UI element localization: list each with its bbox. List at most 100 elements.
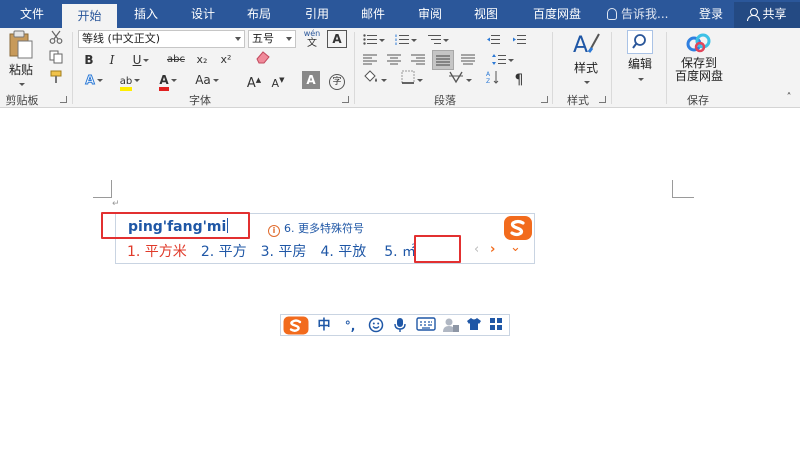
chevron-down-icon	[466, 79, 472, 82]
text-effects-button[interactable]: A	[80, 70, 108, 90]
tab-references[interactable]: 引用	[297, 0, 337, 28]
magnifier-icon	[627, 30, 653, 54]
grow-font-button[interactable]: A▲	[244, 70, 264, 91]
font-color-button[interactable]: A	[152, 70, 184, 91]
ime-voice-button[interactable]	[391, 317, 409, 335]
ime-toolbox-button[interactable]	[487, 317, 505, 335]
change-case-button[interactable]: Aa	[190, 70, 224, 90]
ime-account-button[interactable]	[441, 317, 461, 335]
superscript-button[interactable]: x²	[216, 50, 236, 70]
cut-button[interactable]	[46, 30, 66, 50]
ime-language-toggle[interactable]: 中	[315, 317, 333, 335]
tell-me-search[interactable]: 告诉我...	[607, 0, 668, 28]
styles-launcher-icon[interactable]	[599, 96, 606, 103]
font-launcher-icon[interactable]	[342, 96, 349, 103]
align-center-button[interactable]	[384, 50, 404, 70]
align-left-button[interactable]	[360, 50, 380, 70]
group-divider	[72, 32, 73, 104]
ime-skin-button[interactable]	[465, 317, 483, 335]
highlight-color-button[interactable]: ab	[114, 70, 146, 91]
font-size-value: 五号	[252, 32, 274, 45]
justify-button[interactable]	[432, 50, 454, 70]
show-marks-button[interactable]: ¶	[508, 70, 530, 90]
smiley-icon	[368, 317, 384, 333]
increase-indent-button[interactable]	[508, 30, 530, 50]
character-border-button[interactable]: A	[327, 30, 347, 48]
shading-button[interactable]	[360, 70, 390, 90]
styles-button[interactable]: A 样式	[562, 30, 610, 88]
lightbulb-icon	[607, 8, 617, 20]
ime-expand-chevron-icon[interactable]: ⌄	[510, 240, 521, 255]
tab-review[interactable]: 审阅	[410, 0, 450, 28]
underline-button[interactable]: U	[126, 50, 156, 70]
align-right-button[interactable]	[408, 50, 428, 70]
line-spacing-button[interactable]	[488, 50, 518, 70]
clipboard-launcher-icon[interactable]	[60, 96, 67, 103]
tab-view[interactable]: 视图	[466, 0, 506, 28]
sort-button[interactable]: AZ	[482, 70, 504, 90]
sort-icon: AZ	[486, 71, 499, 85]
crop-mark-top-right	[672, 180, 694, 198]
chinese-layout-button[interactable]	[444, 70, 476, 90]
paste-button[interactable]: 粘贴	[3, 30, 39, 86]
phonetic-guide-button[interactable]: wén 文	[300, 29, 324, 49]
tab-insert[interactable]: 插入	[126, 0, 166, 28]
ime-candidate-5[interactable]: 5. ㎡	[384, 241, 416, 261]
share-button[interactable]: 共享	[734, 2, 800, 28]
ime-punctuation-toggle[interactable]: °,	[341, 317, 359, 335]
ime-more-symbols-hint[interactable]: i 6. 更多特殊符号	[268, 220, 364, 237]
group-divider	[611, 32, 612, 104]
tab-file[interactable]: 文件	[12, 0, 52, 28]
sogou-logo-icon[interactable]	[283, 316, 309, 335]
phonetic-guide-icon: wén	[303, 29, 321, 38]
multilevel-list-button[interactable]	[424, 30, 452, 50]
collapse-ribbon-button[interactable]: ˄	[782, 92, 796, 106]
borders-icon	[401, 70, 415, 84]
share-label: 共享	[762, 7, 787, 21]
tab-baidu-netdisk[interactable]: 百度网盘	[524, 0, 590, 28]
login-button[interactable]: 登录	[694, 0, 728, 28]
enclose-characters-icon: 字	[329, 74, 345, 90]
ime-next-page-icon[interactable]: ›	[490, 242, 495, 257]
subscript-button[interactable]: x₂	[192, 50, 212, 70]
ime-candidate-1[interactable]: 1. 平方米	[127, 241, 187, 261]
bullets-button[interactable]	[360, 30, 388, 50]
tab-layout[interactable]: 布局	[239, 0, 279, 28]
grid-icon	[490, 318, 502, 330]
styles-icon: A	[573, 33, 600, 58]
tab-home[interactable]: 开始	[62, 4, 117, 28]
ime-candidate-3[interactable]: 3. 平房	[261, 241, 307, 261]
font-size-select[interactable]: 五号	[248, 30, 296, 48]
format-painter-button[interactable]	[46, 70, 66, 90]
clear-formatting-button[interactable]	[248, 50, 278, 70]
sogou-logo-icon	[504, 216, 532, 240]
ime-candidate-4[interactable]: 4. 平放	[320, 241, 366, 261]
italic-button[interactable]: I	[103, 50, 121, 70]
bold-button[interactable]: B	[80, 50, 98, 70]
tab-design[interactable]: 设计	[183, 0, 223, 28]
ime-prev-page-icon[interactable]: ‹	[474, 242, 479, 257]
ime-soft-keyboard-button[interactable]	[415, 317, 437, 335]
enclose-characters-button[interactable]: 字	[326, 70, 348, 90]
borders-button[interactable]	[396, 70, 428, 90]
ime-emoji-button[interactable]	[367, 317, 385, 335]
ime-candidate-2[interactable]: 2. 平方	[201, 241, 247, 261]
character-shading-button[interactable]: A	[302, 71, 320, 89]
numbered-list-icon	[395, 34, 409, 45]
distributed-button[interactable]	[458, 50, 478, 70]
chevron-down-icon	[443, 39, 449, 42]
shrink-font-button[interactable]: A▼	[268, 70, 288, 90]
numbering-button[interactable]	[392, 30, 420, 50]
paste-label: 粘贴	[8, 63, 33, 77]
paragraph-launcher-icon[interactable]	[541, 96, 548, 103]
save-to-baidu-netdisk-button[interactable]: 保存到 百度网盘	[668, 32, 730, 90]
editing-button[interactable]: 编辑	[620, 30, 660, 88]
user-icon	[443, 318, 459, 332]
decrease-indent-button[interactable]	[482, 30, 504, 50]
document-canvas[interactable]: ↵	[0, 109, 800, 450]
strikethrough-button[interactable]: abc	[164, 50, 188, 70]
chevron-down-icon	[286, 37, 292, 41]
font-name-select[interactable]: 等线 (中文正文)	[78, 30, 245, 48]
copy-button[interactable]	[46, 50, 66, 70]
tab-mailings[interactable]: 邮件	[353, 0, 393, 28]
